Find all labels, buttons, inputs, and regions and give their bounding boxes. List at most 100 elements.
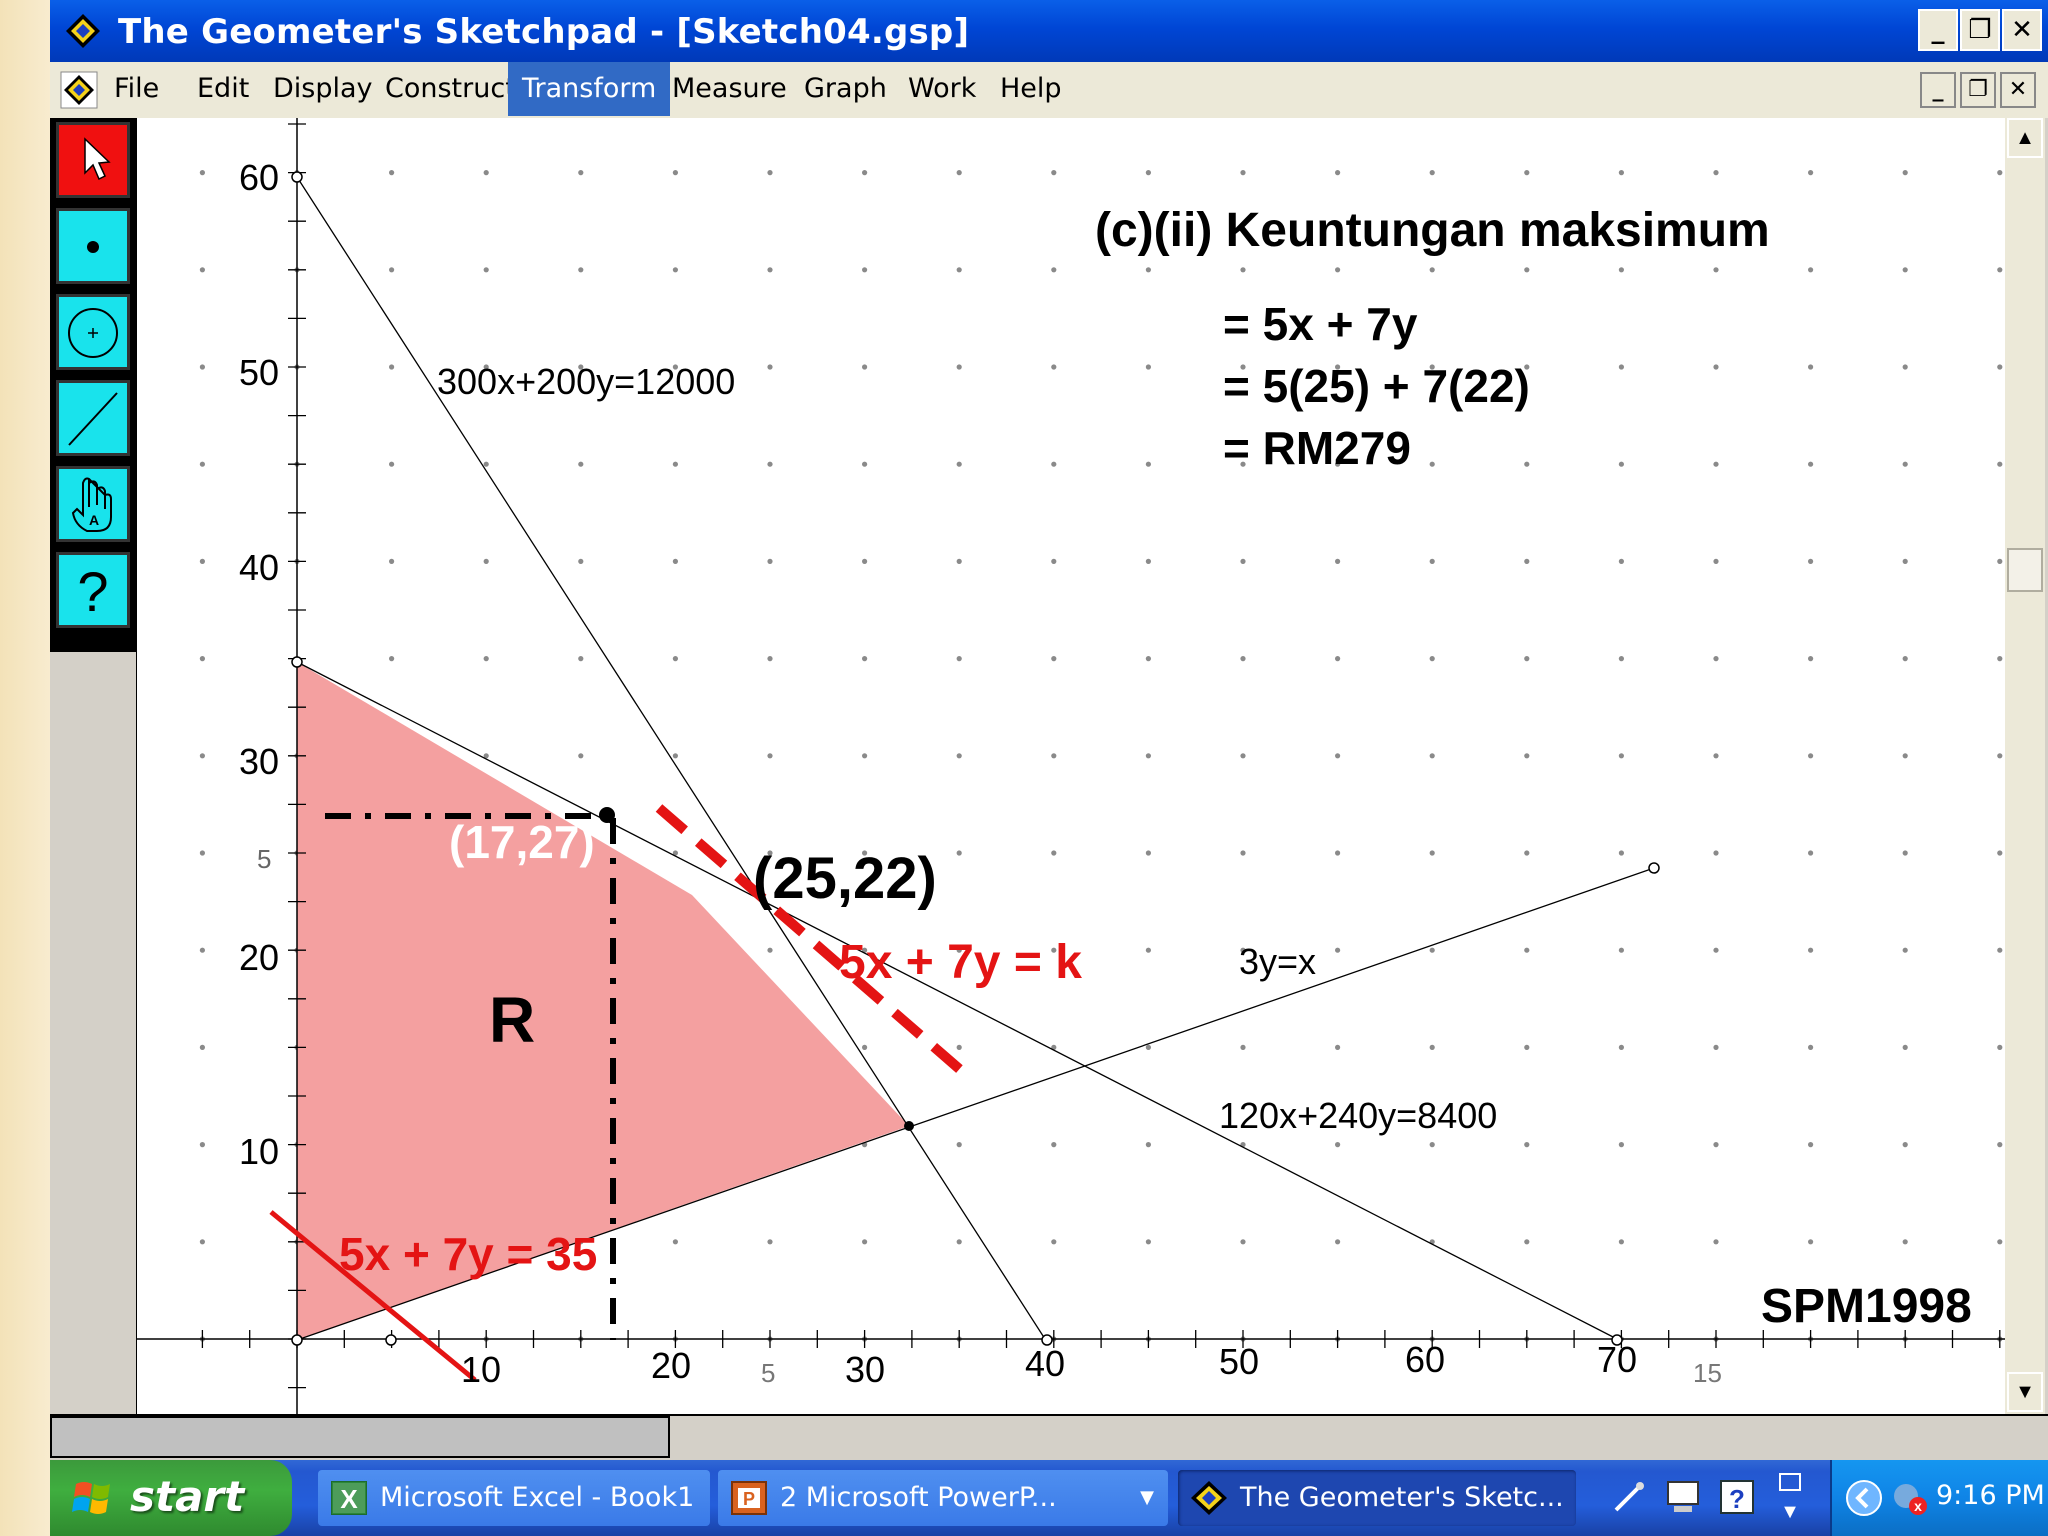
endpoint-3y-x[interactable] bbox=[1648, 862, 1660, 874]
grid-dot bbox=[956, 753, 962, 759]
minimize-button[interactable]: _ bbox=[1918, 9, 1958, 51]
grid-dot bbox=[672, 170, 679, 176]
display-settings-icon[interactable] bbox=[1664, 1478, 1704, 1516]
vertical-scrollbar[interactable]: ▲ ▼ bbox=[2005, 118, 2045, 1414]
grid-dot bbox=[199, 1044, 205, 1050]
point-icon bbox=[87, 241, 99, 253]
document-icon[interactable] bbox=[60, 71, 98, 109]
grid-dot bbox=[1713, 753, 1719, 759]
menu-edit[interactable]: Edit bbox=[183, 62, 263, 116]
grid-dot bbox=[1713, 558, 1719, 564]
grid-dot bbox=[672, 1239, 679, 1245]
point-label-25-22: (25,22) bbox=[753, 846, 937, 911]
doc-close-button[interactable]: ✕ bbox=[2000, 72, 2036, 108]
doc-minimize-button[interactable]: _ bbox=[1920, 72, 1956, 108]
origin-point[interactable] bbox=[291, 1334, 303, 1346]
grid-dot bbox=[1524, 1142, 1530, 1148]
grid-dot bbox=[1051, 364, 1057, 370]
menu-transform[interactable]: Transform bbox=[508, 62, 671, 116]
grid-dot bbox=[1808, 1239, 1814, 1245]
grid-dot bbox=[1808, 753, 1814, 759]
show-desktop-icon[interactable]: ▼ bbox=[1776, 1470, 1806, 1526]
grid-dot bbox=[1051, 558, 1057, 564]
network-warning-icon[interactable]: x bbox=[1890, 1478, 1930, 1518]
help-tool[interactable]: ? bbox=[56, 552, 130, 628]
grid-dot bbox=[1713, 947, 1719, 953]
grid-dot bbox=[578, 170, 584, 176]
scroll-up-button[interactable]: ▲ bbox=[2007, 118, 2043, 158]
task-excel[interactable]: X Microsoft Excel - Book1 bbox=[318, 1470, 710, 1526]
work-line-3: = RM279 bbox=[1223, 422, 1411, 474]
grid-dot bbox=[956, 1239, 962, 1245]
grid-dot bbox=[1145, 1044, 1151, 1050]
grid-dot bbox=[1335, 170, 1341, 176]
endpoint-y35[interactable] bbox=[291, 656, 303, 668]
objective-k-label: 5x + 7y = k bbox=[839, 936, 1082, 989]
grid-dot bbox=[1335, 267, 1341, 273]
sketch-canvas[interactable]: 60 50 40 30 20 10 5 10 20 30 40 50 60 70… bbox=[137, 118, 2005, 1414]
intersection-point[interactable] bbox=[904, 1121, 914, 1131]
toolbox: A ? bbox=[50, 118, 136, 652]
restore-button[interactable]: ❐ bbox=[1960, 9, 2000, 51]
grid-dot bbox=[1145, 850, 1151, 856]
endpoint-y60[interactable] bbox=[291, 171, 303, 183]
grid-dot bbox=[389, 558, 395, 564]
task-sketchpad-label: The Geometer's Sketc... bbox=[1240, 1482, 1564, 1513]
doc-restore-button[interactable]: ❐ bbox=[1960, 72, 1996, 108]
point-tool[interactable] bbox=[56, 208, 130, 284]
grid-dot bbox=[1429, 558, 1435, 564]
label-300x-200y[interactable]: 300x+200y=12000 bbox=[437, 361, 735, 402]
grid-dot bbox=[1902, 558, 1908, 564]
grid-dot bbox=[862, 558, 868, 564]
grid-dot bbox=[1618, 170, 1624, 176]
y-tick-20: 20 bbox=[239, 937, 279, 978]
text-tool[interactable]: A bbox=[56, 466, 130, 542]
scroll-thumb[interactable] bbox=[2007, 548, 2043, 592]
title-bar[interactable]: The Geometer's Sketchpad - [Sketch04.gsp… bbox=[50, 0, 2048, 62]
task-powerpoint-group[interactable]: P 2 Microsoft PowerP... ▼ bbox=[718, 1470, 1168, 1526]
straightedge-tool[interactable] bbox=[56, 380, 130, 456]
pen-tool-icon[interactable] bbox=[1610, 1480, 1646, 1516]
grid-dot bbox=[956, 170, 962, 176]
compass-tool[interactable] bbox=[56, 294, 130, 370]
grid-dot bbox=[1145, 1142, 1151, 1148]
grid-dot bbox=[1240, 753, 1246, 759]
grid-dot bbox=[862, 461, 868, 467]
task-sketchpad[interactable]: The Geometer's Sketc... bbox=[1178, 1470, 1576, 1526]
chevron-left-icon[interactable] bbox=[1844, 1478, 1884, 1518]
menu-help[interactable]: Help bbox=[986, 62, 1076, 116]
grid-dot bbox=[1997, 656, 2003, 662]
start-button[interactable]: start bbox=[50, 1460, 292, 1536]
close-button[interactable]: ✕ bbox=[2002, 9, 2042, 51]
grid-dot bbox=[389, 267, 395, 273]
grid-dot bbox=[1429, 461, 1435, 467]
circle-icon bbox=[68, 308, 118, 358]
horizontal-scrollbar[interactable] bbox=[50, 1416, 670, 1458]
menu-graph[interactable]: Graph bbox=[790, 62, 901, 116]
help-tray-icon[interactable]: ? bbox=[1718, 1478, 1756, 1516]
grid-dot bbox=[483, 267, 489, 273]
menu-construct[interactable]: Construct bbox=[371, 62, 530, 116]
menu-display[interactable]: Display bbox=[259, 62, 387, 116]
label-120x-240y[interactable]: 120x+240y=8400 bbox=[1219, 1095, 1497, 1136]
grid-dot bbox=[1808, 364, 1814, 370]
taskbar: start X Microsoft Excel - Book1 P 2 Micr… bbox=[50, 1460, 2048, 1536]
grid-dot bbox=[1997, 1239, 2003, 1245]
grid-dot bbox=[1902, 364, 1908, 370]
menu-work[interactable]: Work bbox=[894, 62, 990, 116]
grid-dot bbox=[1524, 753, 1530, 759]
grid-dot bbox=[767, 1239, 773, 1245]
grid-dot bbox=[1902, 267, 1908, 273]
menu-file[interactable]: File bbox=[100, 62, 173, 116]
grid-dot bbox=[1902, 461, 1908, 467]
endpoint-x6[interactable] bbox=[385, 1334, 397, 1346]
system-tray: x 9:16 PM bbox=[1830, 1460, 2048, 1536]
x-tick-60: 60 bbox=[1405, 1339, 1445, 1380]
grid-dot bbox=[1335, 1142, 1341, 1148]
grid-dot bbox=[1902, 1142, 1908, 1148]
selection-arrow-tool[interactable] bbox=[56, 122, 130, 198]
scroll-down-button[interactable]: ▼ bbox=[2007, 1372, 2043, 1412]
y-tick-30: 30 bbox=[239, 741, 279, 782]
menu-measure[interactable]: Measure bbox=[658, 62, 801, 116]
label-3y-x[interactable]: 3y=x bbox=[1239, 941, 1316, 982]
